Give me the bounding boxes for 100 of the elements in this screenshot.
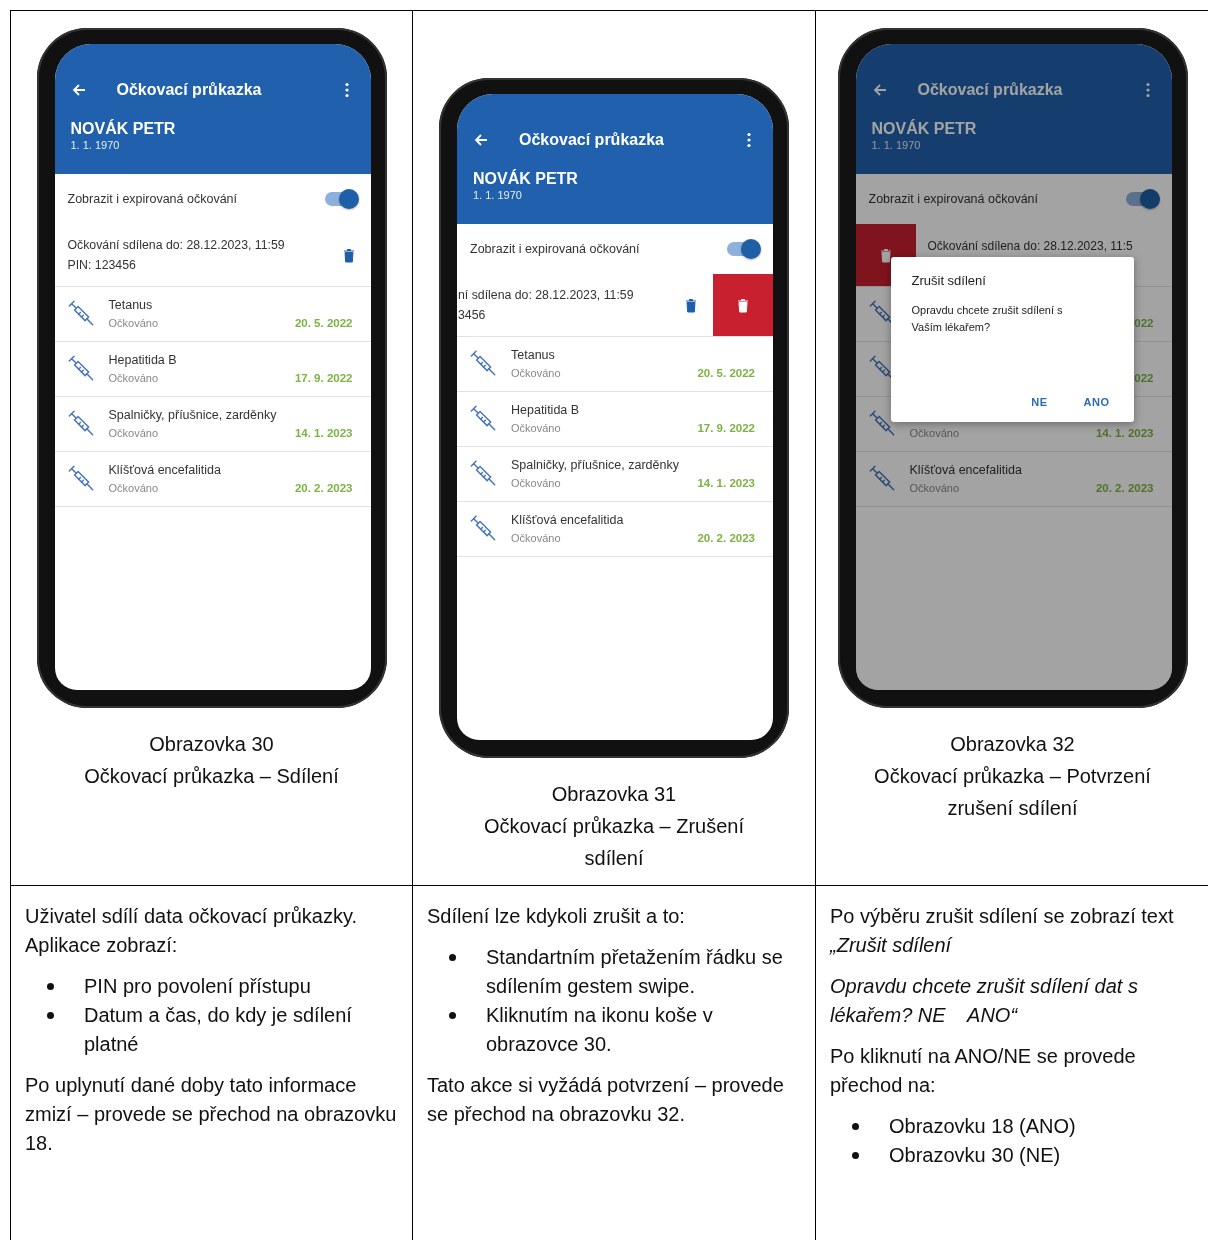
bullet-icon <box>852 1123 859 1130</box>
delete-action-button[interactable] <box>713 274 773 336</box>
vaccination-status: Očkováno <box>511 477 562 491</box>
back-arrow-icon[interactable] <box>871 82 888 98</box>
birth-date: 1. 1. 1970 <box>473 188 523 202</box>
syringe-icon <box>867 409 896 437</box>
dialog-title: Zrušit sdílení <box>911 273 987 288</box>
share-info-text: ní sdílena do: 28.12.2023, 11:59 <box>458 287 635 304</box>
vaccine-name: Hepatitida B <box>108 353 178 367</box>
bullet-icon <box>47 983 54 990</box>
bullet-item: Standartním přetažením řádku se sdílením gestem swipe. <box>486 945 784 999</box>
dialog-button[interactable]: ANO <box>1079 394 1114 410</box>
vaccination-status: Očkováno <box>511 367 562 381</box>
dialog-button[interactable]: NE <box>1027 394 1052 410</box>
vaccination-status: Očkováno <box>108 317 160 331</box>
bullet-item: Kliknutím na ikonu koše v obrazovce 30. <box>486 1003 714 1057</box>
vaccination-row[interactable]: Tetanus Očkováno 20. 5. 2022 <box>54 287 371 342</box>
patient-name: NOVÁK PETR <box>473 170 579 188</box>
birth-date: 1. 1. 1970 <box>871 138 922 152</box>
vaccination-row[interactable]: Spalničky, příušnice, zarděnky Očkováno 14. 1. 2023 <box>54 397 371 452</box>
share-info-text: PIN: 123456 <box>67 257 137 274</box>
vaccination-status: Očkováno <box>511 532 562 546</box>
patient-name: NOVÁK PETR <box>871 120 978 138</box>
bullet-item: Datum a čas, do kdy je sdílení platné <box>84 1003 353 1057</box>
birth-date: 1. 1. 1970 <box>70 138 121 152</box>
description-paragraph: Po výběru zrušit sdílení se zobrazí text „Zrušit sdílení <box>830 904 1175 958</box>
vaccination-date: 20. 2. 2023 <box>697 532 755 546</box>
syringe-icon <box>469 404 497 432</box>
vaccination-status: Očkováno <box>909 427 961 441</box>
caption-title: Očkovací průkazka – Zrušení sdílení <box>482 814 746 871</box>
vaccine-name: Spalničky, příušnice, zarděnky <box>108 408 278 422</box>
syringe-icon <box>469 349 497 377</box>
more-icon[interactable] <box>1145 82 1150 98</box>
vaccination-date: 14. 1. 2023 <box>697 477 755 491</box>
toggle-label: Zobrazit i expirovaná očkování <box>67 192 238 206</box>
share-info-text: 3456 <box>458 307 487 324</box>
vaccination-row[interactable]: Tetanus Očkováno 20. 5. 2022 <box>457 337 773 392</box>
bullet-icon <box>449 1012 456 1019</box>
vaccination-date: 14. 1. 2023 <box>294 427 353 441</box>
trash-icon[interactable] <box>342 247 355 263</box>
back-arrow-icon[interactable] <box>70 82 87 98</box>
syringe-icon <box>867 464 896 492</box>
caption-number: Obrazovka 31 <box>551 782 677 807</box>
bullet-icon <box>47 1012 54 1019</box>
syringe-icon <box>66 354 95 382</box>
vaccination-row[interactable]: Spalničky, příušnice, zarděnky Očkováno 14. 1. 2023 <box>457 447 773 502</box>
vaccination-status: Očkováno <box>108 482 160 496</box>
syringe-icon <box>469 459 497 487</box>
trash-icon[interactable] <box>685 297 697 313</box>
more-icon[interactable] <box>344 82 349 98</box>
vaccination-date: 022 <box>1134 372 1154 386</box>
vaccine-name: Spalničky, příušnice, zarděnky <box>511 458 680 472</box>
description-paragraph: Po kliknutí na ANO/NE se provede přechod na: <box>830 1044 1137 1098</box>
syringe-icon <box>66 409 95 437</box>
caption-title: Očkovací průkazka – Potvrzení zrušení sdílení <box>873 764 1152 821</box>
description-paragraph: Tato akce si vyžádá potvrzení – provede se přechod na obrazovku 32. <box>427 1073 785 1127</box>
vaccination-row[interactable]: Klíšťová encefalitida Očkováno 20. 2. 2023 <box>457 502 773 557</box>
trash-icon <box>737 297 749 313</box>
vaccine-name: Klíšťová encefalitida <box>511 513 625 527</box>
share-info-text: Očkování sdílena do: 28.12.2023, 11:5 <box>927 238 1134 255</box>
vaccine-name: Klíšťová encefalitida <box>108 463 222 477</box>
more-icon[interactable] <box>747 132 751 148</box>
syringe-icon <box>66 299 95 327</box>
description-paragraph: Sdílení lze kdykoli zrušit a to: <box>427 904 686 929</box>
bullet-icon <box>449 954 456 961</box>
caption-title: Očkovací průkazka – Sdílení <box>84 764 339 789</box>
vaccination-date: 022 <box>1134 317 1154 331</box>
dialog-message: Opravdu chcete zrušit sdílení s Vaším lékařem? <box>911 303 1064 335</box>
description-paragraph: Opravdu chcete zrušit sdílení dat s lékařem? NE ANO“ <box>830 974 1139 1028</box>
back-arrow-icon[interactable] <box>473 132 489 148</box>
bullet-item: Obrazovku 18 (ANO) <box>889 1114 1077 1139</box>
description-paragraph: Po uplynutí dané doby tato informace zmizí – provede se přechod na obrazovku 18. <box>25 1073 398 1156</box>
vaccination-date: 20. 2. 2023 <box>1095 482 1154 496</box>
vaccination-date: 17. 9. 2022 <box>294 372 353 386</box>
vaccination-status: Očkováno <box>511 422 562 436</box>
toggle-label: Zobrazit i expirovaná očkování <box>868 192 1039 206</box>
screen-title: Očkovací průkazka <box>519 131 665 149</box>
vaccine-name: Tetanus <box>511 348 556 362</box>
vaccination-date: 14. 1. 2023 <box>1095 427 1154 441</box>
vaccine-name: Hepatitida B <box>511 403 581 417</box>
vaccination-date: 20. 2. 2023 <box>294 482 353 496</box>
vaccination-date: 20. 5. 2022 <box>697 367 755 381</box>
description-paragraph: Uživatel sdílí data očkovací průkazky. Aplikace zobrazí: <box>25 904 358 958</box>
caption-number: Obrazovka 30 <box>149 732 274 757</box>
vaccination-row[interactable]: Hepatitida B Očkováno 17. 9. 2022 <box>457 392 773 447</box>
screen-title: Očkovací průkazka <box>116 81 263 99</box>
syringe-icon <box>66 464 95 492</box>
caption-number: Obrazovka 32 <box>950 732 1075 757</box>
vaccination-row[interactable]: Hepatitida B Očkováno 17. 9. 2022 <box>54 342 371 397</box>
vaccine-name: Tetanus <box>108 298 154 312</box>
vaccination-row[interactable]: Klíšťová encefalitida Očkováno 20. 2. 2023 <box>855 452 1172 507</box>
vaccine-name: Klíšťová encefalitida <box>909 463 1023 477</box>
bullet-icon <box>852 1152 859 1159</box>
patient-name: NOVÁK PETR <box>70 120 177 138</box>
bullet-item: PIN pro povolení přístupu <box>84 974 312 999</box>
screen-title: Očkovací průkazka <box>917 81 1064 99</box>
toggle-label: Zobrazit i expirovaná očkování <box>470 242 640 256</box>
vaccination-date: 17. 9. 2022 <box>697 422 755 436</box>
share-info-text: Očkování sdílena do: 28.12.2023, 11:59 <box>67 237 286 254</box>
vaccination-row[interactable]: Klíšťová encefalitida Očkováno 20. 2. 2023 <box>54 452 371 507</box>
